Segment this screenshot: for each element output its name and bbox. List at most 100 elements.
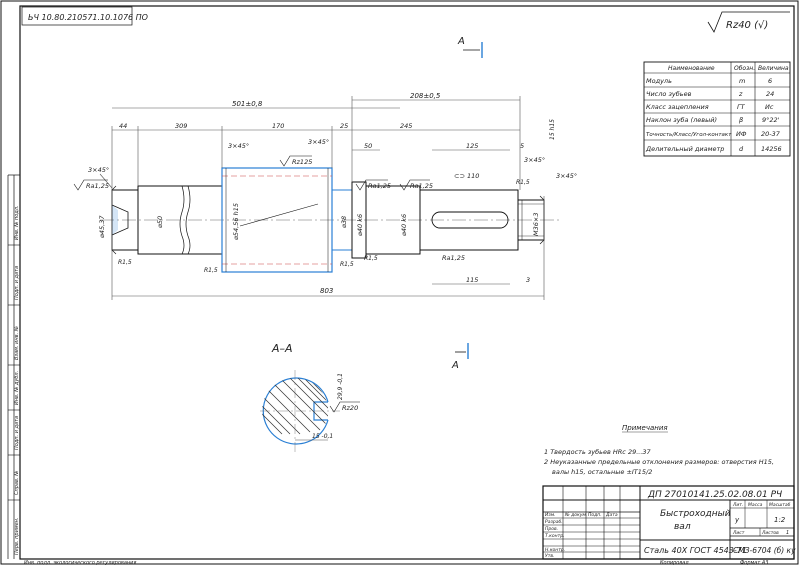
side-label-3: Инв. № дубл. [14,371,20,405]
param-row-3-name: Наклон зуба (левый) [646,116,717,124]
dim-501: 501±0,8 [232,100,263,108]
note-3: валы h15, остальные ±IT15/2 [552,468,652,476]
bottom-format-label: Формат А3 [740,560,768,566]
chamfer-right-1: 3×45° [524,156,545,164]
dim-803: 803 [320,287,333,295]
tb-name-line1: Быстроходный [660,509,731,519]
param-row-2-value: Ис [765,103,774,111]
tb-sheets-value: 1 [786,530,789,536]
tb-mass-label: Масса [748,502,763,508]
param-header-value: Величина [758,65,789,72]
param-row-1-name: Число зубьев [646,90,692,98]
tb-doc-code: ДП 27010141.25.02.08.01 РЧ [647,490,782,500]
roughness-text: Rz40 (√) [726,20,768,31]
section-letter-top: А [457,36,465,47]
radius-3: R1,5 [340,261,354,268]
side-label-2: Взам. инв. № [14,326,20,360]
section-marker-top: А [457,36,483,58]
roughness-shoulder: Ra1,25 [368,182,391,190]
dia-gear: ⌀54,56 h15 [232,203,240,240]
param-header-symbol: Обозн. [734,65,755,72]
section-dim-height: 29,9 -0,1 [337,373,344,400]
dia-38: ⌀38 [340,216,348,228]
notes-title: Примечания [622,424,668,432]
key-length-110: ⊂⊃ 110 [454,172,479,180]
radius-4: R1,5 [364,255,378,262]
note-1: 1 Твердость зубьев HRc 29...37 [544,448,652,456]
dim-245: 245 [400,122,412,130]
tb-col-date: Дата [605,512,618,518]
technical-notes: Примечания 1 Твердость зубьев HRc 29...3… [544,424,774,476]
tb-material: Сталь 40Х ГОСТ 4543-71 [644,546,747,555]
tb-role-approver: Утв. [545,553,554,559]
roughness-key-end: Ra1,25 [442,254,465,262]
dia-50: ⌀50 [156,216,164,228]
tb-col-sign: Подп. [588,512,602,518]
main-view-dimensions: 501±0,8 208±0,5 44 309 170 25 245 50 125… [73,92,577,300]
dim-170: 170 [272,122,284,130]
general-roughness-symbol: Rz40 (√) [707,11,790,33]
dim-125: 125 [466,142,478,150]
tb-lit-value: у [734,516,740,524]
tb-role-checker: Пров. [545,526,558,532]
tb-scale-label: Масштаб [769,502,791,508]
radius-2: R1,5 [204,267,218,274]
dim-5: 5 [520,142,524,150]
side-label-4: Подп. и дата [14,416,20,450]
tb-role-tcontrol: Т.контр. [545,533,565,539]
tb-name-line2: вал [674,522,691,532]
param-row-3-value: 9°22' [762,116,780,124]
param-row-1-symbol: z [738,90,743,98]
bottom-left-text: Инв. подл. экологического регулирования [24,560,136,566]
bottom-copied-label: Копировал [660,560,689,566]
dim-115: 115 [466,276,478,284]
dia-left-journal: ⌀45,37 [98,215,106,238]
side-label-1: Подп. и дата [14,266,20,300]
dia-40-a: ⌀40 k6 [356,214,364,236]
sheet-inner-frame [19,5,795,560]
top-stamp-text: ЬЧ 10.80.210571.10.1076 ПО [28,13,148,22]
tb-sheets-label: Листов [761,530,779,536]
dim-25: 25 [340,122,348,130]
dia-40-b: ⌀40 k6 [400,214,408,236]
sheet-outer-border [0,0,799,565]
section-title: А–А [271,342,293,355]
dim-208: 208±0,5 [410,92,441,100]
tb-col-izm: Изм. [545,512,556,518]
param-row-1-value: 24 [766,90,774,98]
section-marker-bottom: А [451,343,469,371]
tb-sheet-label: Лист [732,530,745,536]
left-side-strip: Инв. № подл. Подп. и дата Взам. инв. № И… [7,174,20,559]
param-row-2-name: Класс зацепления [646,103,709,111]
dim-44: 44 [119,122,127,130]
section-hatching [262,378,328,435]
chamfer-gear-left: 3×45° [228,142,249,150]
section-a-a: А–А 29,9 -0,1 15 -0,1 Rz20 [260,342,360,452]
section-dim-width: 15 -0,1 [312,433,333,440]
section-roughness: Rz20 [342,404,358,412]
param-header-name: Наименование [668,65,715,72]
chamfer-gear-right: 3×45° [308,138,329,146]
param-row-4-name: Точность/Класс/Угол-контакт [646,132,732,138]
side-label-5: Справ. № [14,471,20,495]
parameter-table: Наименование Обозн. Величина Модуль m 6 … [643,61,791,157]
param-row-5-symbol: d [739,145,744,153]
tb-role-ncontrol: Н.контр. [545,547,565,553]
tb-scale-value: 1:2 [774,516,786,524]
chamfer-left: 3×45° [88,166,109,174]
thread-m36: М36×3 [532,213,540,236]
roughness-gear: Rz125 [292,158,312,166]
param-row-4-value: 20-37 [761,130,781,138]
tb-role-developer: Разраб. [545,519,563,525]
drawing-sheet: ЬЧ 10.80.210571.10.1076 ПО Инв. № подл. … [0,0,799,566]
param-row-3-symbol: β [739,116,743,124]
param-row-0-value: 6 [768,77,772,85]
roughness-left-journal: Ra1,25 [86,182,109,190]
param-row-5-value: 14256 [761,145,782,153]
side-label-6: Перв. примен. [14,517,20,555]
radius-5: R1,5 [516,179,530,186]
dim-15-h15: 15 h15 [549,119,556,140]
param-row-4-symbol: ИФ [736,130,747,138]
tb-col-doc: № докум. [564,512,587,518]
param-row-2-symbol: ГТ [737,103,746,111]
